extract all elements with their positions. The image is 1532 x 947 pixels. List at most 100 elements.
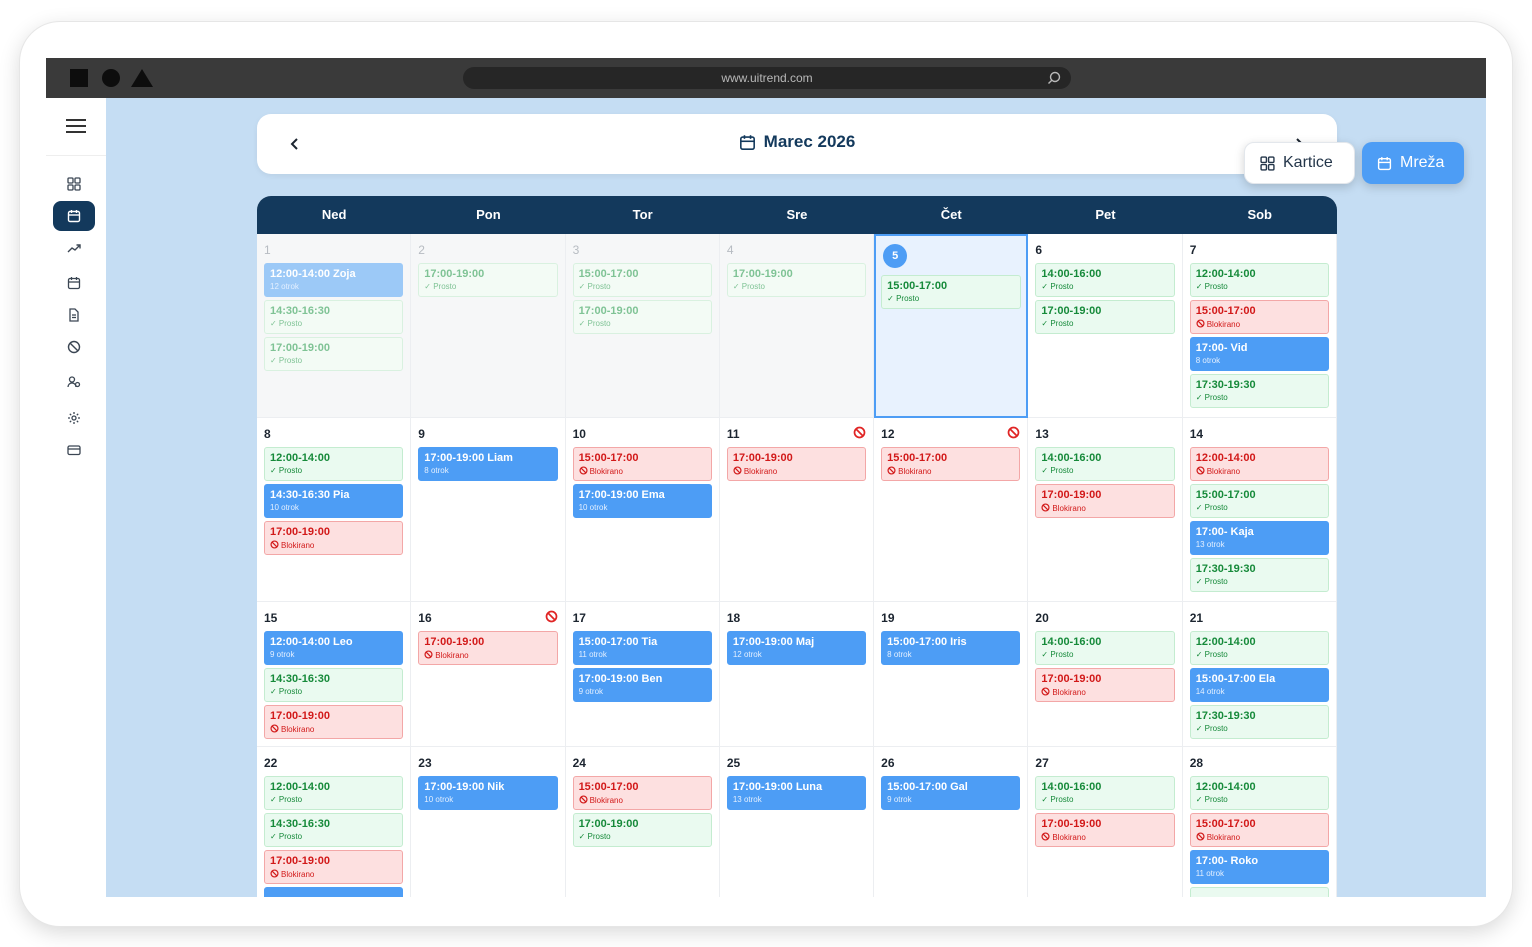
blocked-slot[interactable]: 17:00-19:00 Blokirano [1035, 484, 1175, 518]
free-slot[interactable]: 17:30-19:30 ✓ Prosto [1189, 705, 1329, 739]
day-cell[interactable]: 14 12:00-14:00 Blokirano 15:00-17:00 ✓ Prost… [1182, 418, 1337, 602]
blocked-slot[interactable]: 17:00-19:00 Blokirano [1035, 668, 1175, 702]
booking-slot[interactable]: 17:00- Vid 8 otrok [1189, 337, 1329, 371]
cards-view-button[interactable]: Kartice [1244, 142, 1355, 184]
day-cell[interactable]: 20 14:00-16:00 ✓ Prosto 17:00-19:00 Blokiran… [1028, 602, 1183, 747]
booking-slot[interactable]: 12:00-14:00 Leo 9 otrok [264, 631, 404, 665]
blocked-slot[interactable]: 17:00-19:00 Blokirano [418, 631, 558, 665]
booking-slot[interactable]: 14:30-16:30 Pia 10 otrok [264, 484, 404, 518]
users-icon[interactable] [53, 367, 95, 397]
dashboard-icon[interactable] [53, 169, 95, 199]
search-icon[interactable] [1047, 71, 1061, 85]
day-cell[interactable]: 13 14:00-16:00 ✓ Prosto 17:00-19:00 Blokiran… [1028, 418, 1183, 602]
free-slot[interactable]: 17:00-19:00 ✓ Prosto [418, 263, 558, 297]
day-cell[interactable]: 4 17:00-19:00 ✓ Prosto [719, 234, 875, 418]
day-cell[interactable]: 19 15:00-17:00 Iris 8 otrok [874, 602, 1029, 747]
free-slot[interactable]: 12:00-14:00 ✓ Prosto [1189, 776, 1329, 810]
blocked-slot[interactable]: 17:00-19:00 Blokirano [264, 850, 404, 884]
booking-slot[interactable]: 15:00-17:00 Tia 11 otrok [572, 631, 712, 665]
day-cell[interactable]: 15 12:00-14:00 Leo 9 otrok 14:30-16:30 ✓ Pro… [257, 602, 412, 747]
calendar-alt-icon[interactable] [53, 268, 95, 298]
slot-time: 17:00-19:00 [732, 268, 793, 280]
grid-view-button[interactable]: Mreža [1362, 142, 1464, 184]
day-cell[interactable]: 9 17:00-19:00 Liam 8 otrok [411, 418, 566, 602]
booking-slot[interactable]: 15:00-17:00 Ela 14 otrok [1189, 668, 1329, 702]
blocked-slot[interactable]: 12:00-14:00 Blokirano [1189, 447, 1329, 481]
blocked-slot[interactable]: 15:00-17:00 Blokirano [1189, 813, 1329, 847]
booking-slot[interactable]: 17:00-19:00 Ema 10 otrok [572, 484, 712, 518]
free-slot[interactable] [1189, 887, 1329, 897]
free-slot[interactable]: 14:00-16:00 ✓ Prosto [1035, 631, 1175, 665]
calendar-icon[interactable] [53, 201, 95, 231]
day-cell[interactable]: 27 14:00-16:00 ✓ Prosto 17:00-19:00 Blokiran… [1028, 747, 1183, 897]
day-cell[interactable]: 6 14:00-16:00 ✓ Prosto 17:00-19:00 ✓ Prosto [1028, 234, 1183, 418]
booking-slot[interactable] [264, 887, 404, 897]
day-cell[interactable]: 28 12:00-14:00 ✓ Prosto 15:00-17:00 Blokiran… [1183, 747, 1337, 897]
blocked-slot[interactable]: 15:00-17:00 Blokirano [1189, 300, 1329, 334]
free-slot[interactable]: 17:30-19:30 ✓ Prosto [1189, 374, 1329, 408]
free-slot[interactable]: 14:00-16:00 ✓ Prosto [1035, 263, 1175, 297]
day-cell[interactable]: 7 12:00-14:00 ✓ Prosto 15:00-17:00 Blokirano… [1182, 234, 1337, 418]
day-cell[interactable]: 16 17:00-19:00 Blokirano [411, 602, 566, 747]
blocked-icon[interactable] [53, 332, 95, 362]
card-icon[interactable] [53, 435, 95, 465]
free-slot[interactable]: 14:00-16:00 ✓ Prosto [1035, 776, 1175, 810]
day-cell[interactable]: 22 12:00-14:00 ✓ Prosto 14:30-16:30 ✓ Prosto… [257, 747, 412, 897]
free-slot[interactable]: 12:00-14:00 ✓ Prosto [1189, 631, 1329, 665]
booking-slot[interactable]: 17:00- Kaja 13 otrok [1189, 521, 1329, 555]
free-slot[interactable]: 17:00-19:00 ✓ Prosto [572, 813, 712, 847]
blocked-slot[interactable]: 15:00-17:00 Blokirano [572, 447, 712, 481]
free-slot[interactable]: 15:00-17:00 ✓ Prosto [572, 263, 712, 297]
free-slot[interactable]: 14:00-16:00 ✓ Prosto [1035, 447, 1175, 481]
blocked-slot[interactable]: 17:00-19:00 Blokirano [264, 705, 404, 739]
free-slot[interactable]: 14:30-16:30 ✓ Prosto [264, 813, 404, 847]
free-slot[interactable]: 15:00-17:00 ✓ Prosto [881, 275, 1022, 309]
day-cell[interactable]: 23 17:00-19:00 Nik 10 otrok [411, 747, 566, 897]
day-cell[interactable]: 3 15:00-17:00 ✓ Prosto 17:00-19:00 ✓ Prosto [565, 234, 720, 418]
free-slot[interactable]: 17:00-19:00 ✓ Prosto [1035, 300, 1175, 334]
booking-slot[interactable]: 15:00-17:00 Gal 9 otrok [881, 776, 1021, 810]
free-slot[interactable]: 14:30-16:30 ✓ Prosto [264, 300, 404, 334]
day-cell[interactable]: 11 17:00-19:00 Blokirano [719, 418, 875, 602]
booking-slot[interactable]: 12:00-14:00 Zoja 12 otrok [264, 263, 404, 297]
slot-time: 15:00-17:00 Tia [578, 636, 658, 648]
document-icon[interactable] [53, 300, 95, 330]
menu-icon[interactable] [64, 116, 88, 136]
free-slot[interactable]: 12:00-14:00 ✓ Prosto [264, 776, 404, 810]
day-cell[interactable]: 24 15:00-17:00 Blokirano 17:00-19:00 ✓ Prost… [566, 747, 720, 897]
day-cell[interactable]: 1 12:00-14:00 Zoja 12 otrok 14:30-16:30 ✓ Pr… [257, 234, 412, 418]
day-cell[interactable]: 18 17:00-19:00 Maj 12 otrok [719, 602, 875, 747]
free-slot[interactable]: 14:30-16:30 ✓ Prosto [264, 668, 404, 702]
free-slot[interactable]: 17:00-19:00 ✓ Prosto [726, 263, 867, 297]
day-cell[interactable]: 10 15:00-17:00 Blokirano 17:00-19:00 Ema 10 … [565, 418, 720, 602]
address-bar[interactable]: www.uitrend.com [463, 67, 1071, 89]
blocked-slot[interactable]: 17:00-19:00 Blokirano [264, 521, 404, 555]
booking-slot[interactable]: 17:00-19:00 Maj 12 otrok [726, 631, 867, 665]
free-slot[interactable]: 17:00-19:00 ✓ Prosto [572, 300, 712, 334]
booking-slot[interactable]: 17:00- Roko 11 otrok [1189, 850, 1329, 884]
day-cell[interactable]: 17 15:00-17:00 Tia 11 otrok 17:00-19:00 Ben… [565, 602, 720, 747]
booking-slot[interactable]: 17:00-19:00 Ben 9 otrok [572, 668, 712, 702]
free-slot[interactable]: 17:30-19:30 ✓ Prosto [1189, 558, 1329, 592]
free-slot[interactable]: 12:00-14:00 ✓ Prosto [1189, 263, 1329, 297]
day-cell[interactable]: 25 17:00-19:00 Luna 13 otrok [720, 747, 875, 897]
free-slot[interactable]: 12:00-14:00 ✓ Prosto [264, 447, 404, 481]
trend-icon[interactable] [53, 233, 95, 263]
booking-slot[interactable]: 17:00-19:00 Liam 8 otrok [418, 447, 558, 481]
day-cell[interactable]: 21 12:00-14:00 ✓ Prosto 15:00-17:00 Ela 14 o… [1182, 602, 1337, 747]
booking-slot[interactable]: 15:00-17:00 Iris 8 otrok [881, 631, 1021, 665]
booking-slot[interactable]: 17:00-19:00 Luna 13 otrok [726, 776, 867, 810]
settings-icon[interactable] [53, 403, 95, 433]
free-slot[interactable]: 15:00-17:00 ✓ Prosto [1189, 484, 1329, 518]
blocked-slot[interactable]: 15:00-17:00 Blokirano [881, 447, 1021, 481]
blocked-slot[interactable]: 17:00-19:00 Blokirano [726, 447, 867, 481]
day-cell[interactable]: 26 15:00-17:00 Gal 9 otrok [874, 747, 1029, 897]
day-cell[interactable]: 8 12:00-14:00 ✓ Prosto 14:30-16:30 Pia 10 ot… [257, 418, 412, 602]
booking-slot[interactable]: 17:00-19:00 Nik 10 otrok [418, 776, 558, 810]
free-slot[interactable]: 17:00-19:00 ✓ Prosto [264, 337, 404, 371]
day-cell[interactable]: 12 15:00-17:00 Blokirano [874, 418, 1029, 602]
blocked-slot[interactable]: 15:00-17:00 Blokirano [572, 776, 712, 810]
blocked-slot[interactable]: 17:00-19:00 Blokirano [1035, 813, 1175, 847]
day-cell[interactable]: 2 17:00-19:00 ✓ Prosto [411, 234, 566, 418]
day-cell-today[interactable]: 5 15:00-17:00 ✓ Prosto [874, 234, 1029, 418]
